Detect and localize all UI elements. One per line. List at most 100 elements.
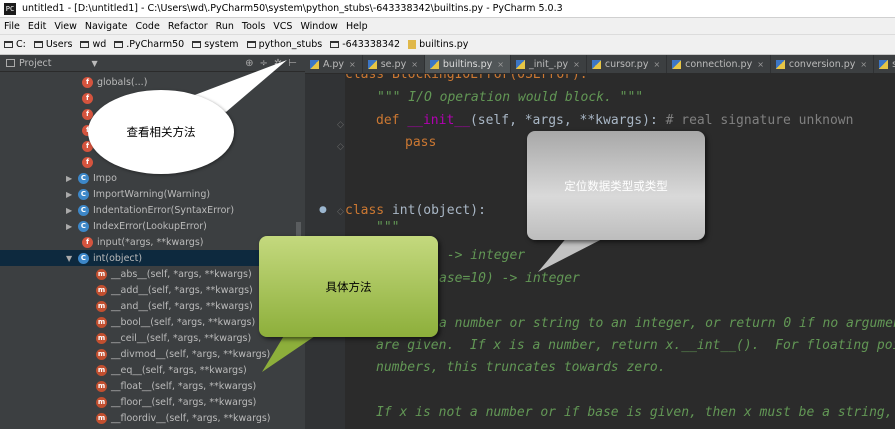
pycharm-icon: PC [4,2,16,15]
editor-tab[interactable]: sqlite [874,55,895,73]
tree-item[interactable]: m __eq__(self, *args, **kwargs) [96,362,247,378]
tree-item[interactable]: m __ceil__(self, *args, **kwargs) [96,330,251,346]
editor-tab[interactable]: connection.py × [667,55,771,73]
tree-item[interactable]: f globals(...) [82,74,147,90]
chevron-down-icon[interactable]: ▼ [66,254,78,263]
tree-item[interactable]: m __and__(self, *args, **kwargs) [96,298,253,314]
python-file-icon [591,59,601,69]
menu-file[interactable]: File [0,21,24,32]
tree-item-label: IndexError(LookupError) [93,220,207,232]
menu-code[interactable]: Code [131,21,163,32]
tree-item[interactable]: m __abs__(self, *args, **kwargs) [96,266,252,282]
menu-window[interactable]: Window [296,21,341,32]
tree-item-label: __add__(self, *args, **kwargs) [111,284,253,296]
chevron-right-icon[interactable]: ▶ [66,206,78,215]
chevron-right-icon[interactable]: ▶ [66,222,78,231]
tab-label: cursor.py [604,58,649,70]
editor-tab[interactable]: conversion.py × [771,55,875,73]
menu-edit[interactable]: Edit [24,21,50,32]
tree-item-label: __floordiv__(self, *args, **kwargs) [111,412,271,424]
fold-icon[interactable]: ◇ [337,207,344,217]
menu-tools[interactable]: Tools [238,21,269,32]
window-title: untitled1 - [D:\untitled1] - C:\Users\wd… [22,3,563,14]
collapse-all-icon[interactable]: ÷ [260,58,268,69]
breadcrumb-item[interactable]: system [192,39,239,50]
tree-item[interactable]: f [82,90,97,106]
breadcrumb-item[interactable]: .PyCharm50 [114,39,184,50]
tree-item[interactable]: m __add__(self, *args, **kwargs) [96,282,253,298]
gear-icon[interactable]: ✲ [274,58,282,69]
tree-item[interactable]: ▶ C Impo [66,170,117,186]
code-line: are given. If x is a number, return x.__… [376,338,895,353]
tree-item[interactable]: ▶ C IndentationError(SyntaxError) [66,202,234,218]
breadcrumb-item[interactable]: wd [80,39,106,50]
editor-tab[interactable]: builtins.py × [424,55,511,73]
editor-tab[interactable]: _init_.py × [511,55,587,73]
tree-item[interactable]: m __floor__(self, *args, **kwargs) [96,394,256,410]
project-panel-title[interactable]: Project [19,58,52,69]
python-file-icon [672,59,682,69]
hide-panel-icon[interactable]: ⊢ [288,58,297,69]
tree-item[interactable]: ▶ C ImportWarning(Warning) [66,186,210,202]
close-icon[interactable]: × [349,60,356,69]
window-titlebar: PC untitled1 - [D:\untitled1] - C:\Users… [0,0,895,18]
tab-label: conversion.py [788,58,856,70]
folder-icon [4,41,13,48]
close-icon[interactable]: × [497,60,504,69]
fold-icon[interactable]: ◇ [337,120,344,130]
tree-item[interactable]: f input(*args, **kwargs) [82,234,204,250]
close-icon[interactable]: × [860,60,867,69]
tree-item[interactable]: m __floordiv__(self, *args, **kwargs) [96,410,271,426]
editor-tab-bar: A.py × se.py × builtins.py × _init_.py × cursor.… [305,55,895,74]
menu-navigate[interactable]: Navigate [81,21,132,32]
menu-run[interactable]: Run [212,21,238,32]
method-icon: m [96,332,107,344]
tree-item[interactable]: ▶ C IndexError(LookupError) [66,218,207,234]
method-icon: m [96,364,107,376]
bookmark-icon[interactable]: ● [319,205,327,215]
tab-label: se.py [380,58,407,70]
python-file-icon [367,59,377,69]
folder-icon [114,41,124,48]
folder-icon [192,41,202,48]
code-line: class int(object): [345,203,486,218]
editor-tab[interactable]: se.py × [363,55,425,73]
python-file-icon [310,59,319,69]
function-icon: f [82,76,93,88]
editor-tab[interactable]: A.py × [305,55,363,73]
code-line: pass [405,135,437,150]
menu-refactor[interactable]: Refactor [164,21,212,32]
menu-help[interactable]: Help [342,21,372,32]
breadcrumb-item[interactable]: Users [33,39,72,50]
tree-item-label: int(object) [93,252,143,264]
code-line: """ I/O operation would block. """ [377,90,644,105]
tree-item-label: __float__(self, *args, **kwargs) [111,380,257,392]
breadcrumb-item[interactable]: python_stubs [246,39,322,50]
close-icon[interactable]: × [757,60,764,69]
breadcrumb-item[interactable]: -643338342 [330,39,400,50]
tree-item[interactable]: f [82,154,97,170]
tree-item[interactable]: m __divmod__(self, *args, **kwargs) [96,346,270,362]
close-icon[interactable]: × [411,60,418,69]
editor-tab[interactable]: cursor.py × [587,55,668,73]
folder-icon [330,41,340,48]
breadcrumb-item[interactable]: C: [4,39,26,50]
tree-item[interactable]: m __bool__(self, *args, **kwargs) [96,314,255,330]
menu-view[interactable]: View [50,21,81,32]
tree-item[interactable]: m __float__(self, *args, **kwargs) [96,378,256,394]
menu-vcs[interactable]: VCS [269,21,296,32]
chevron-right-icon[interactable]: ▶ [66,190,78,199]
close-icon[interactable]: × [653,60,660,69]
tree-item-label: __floor__(self, *args, **kwargs) [111,396,257,408]
chevron-right-icon[interactable]: ▶ [66,174,78,183]
fold-icon[interactable]: ◇ [337,142,344,152]
callout-specific-method: 具体方法 [259,236,438,337]
chevron-down-icon[interactable]: ▼ [92,59,98,68]
class-icon: C [78,220,89,232]
folder-icon [80,41,90,48]
breadcrumb-item[interactable]: builtins.py [408,39,468,50]
close-icon[interactable]: × [573,60,580,69]
scroll-from-source-icon[interactable]: ⊕ [245,58,253,69]
tree-item-label: ImportWarning(Warning) [93,188,211,200]
tree-item-label: Impo [93,172,117,184]
